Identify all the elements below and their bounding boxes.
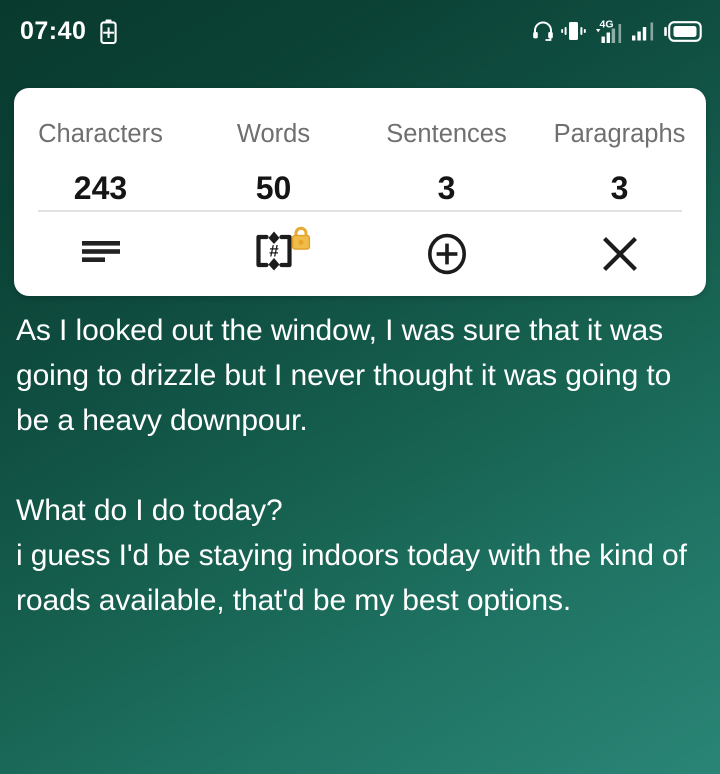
stat-paragraphs: Paragraphs 3	[533, 100, 706, 210]
card-action-row: #	[14, 212, 706, 296]
status-bar-clock: 07:40	[20, 16, 87, 45]
align-left-icon	[80, 236, 122, 271]
close-x-icon	[602, 236, 637, 271]
format-align-left-button[interactable]	[14, 212, 187, 296]
headset-icon	[532, 20, 554, 42]
word-count-card: Characters 243 Words 50 Sentences 3 Para…	[14, 88, 706, 296]
stat-characters-value: 243	[73, 169, 128, 206]
stat-words: Words 50	[187, 100, 360, 210]
stat-sentences-value: 3	[437, 169, 456, 206]
status-bar: 07:40 4G	[0, 0, 720, 62]
stat-characters-label: Characters	[38, 120, 163, 148]
status-bar-left: 07:40	[20, 16, 118, 45]
battery-saver-icon	[100, 19, 118, 44]
stat-paragraphs-label: Paragraphs	[553, 120, 686, 148]
stat-paragraphs-value: 3	[610, 169, 629, 206]
plus-circle-icon	[427, 233, 466, 274]
status-bar-right: 4G	[532, 18, 702, 44]
note-body-text[interactable]: As I looked out the window, I was sure t…	[16, 308, 708, 623]
stat-words-value: 50	[255, 169, 292, 206]
signal-4g-icon: 4G	[593, 18, 624, 44]
stat-characters: Characters 243	[14, 100, 187, 210]
signal-bars-icon	[631, 21, 657, 41]
markdown-toggle-button[interactable]: #	[187, 212, 360, 296]
stat-sentences: Sentences 3	[360, 100, 533, 210]
close-button[interactable]	[533, 212, 706, 296]
vibrate-icon	[561, 20, 586, 42]
svg-text:4G: 4G	[600, 19, 614, 31]
battery-icon	[664, 20, 702, 43]
stat-words-label: Words	[236, 120, 311, 148]
svg-text:#: #	[269, 242, 279, 261]
add-button[interactable]	[360, 212, 533, 296]
stats-row: Characters 243 Words 50 Sentences 3 Para…	[14, 88, 706, 210]
lock-icon	[290, 226, 312, 256]
stat-sentences-label: Sentences	[386, 120, 507, 148]
